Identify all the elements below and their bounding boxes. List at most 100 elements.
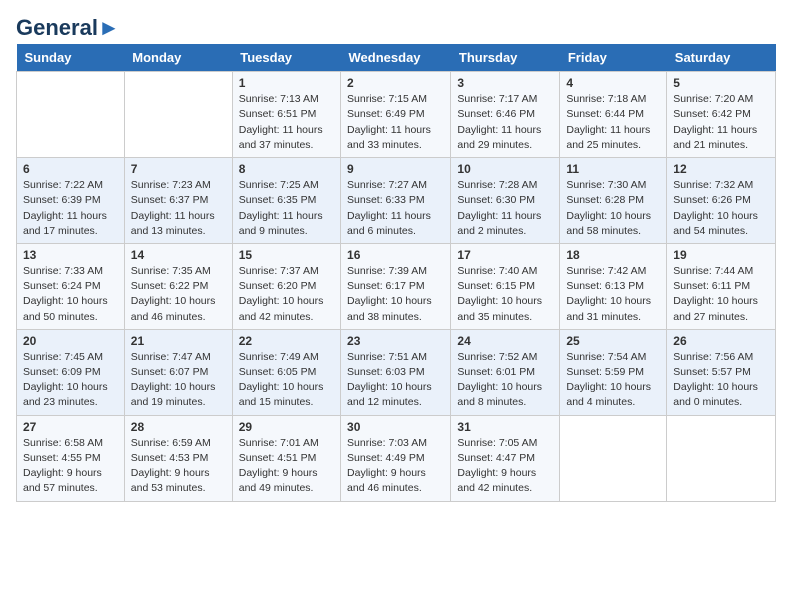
calendar-cell: 5 Sunrise: 7:20 AM Sunset: 6:42 PM Daylig…	[667, 72, 776, 158]
calendar-cell: 3 Sunrise: 7:17 AM Sunset: 6:46 PM Daylig…	[451, 72, 560, 158]
day-number: 13	[23, 248, 118, 262]
cell-content: Sunrise: 7:32 AM Sunset: 6:26 PM Dayligh…	[673, 178, 769, 239]
calendar-cell: 2 Sunrise: 7:15 AM Sunset: 6:49 PM Daylig…	[341, 72, 451, 158]
calendar-table: SundayMondayTuesdayWednesdayThursdayFrid…	[16, 44, 776, 501]
calendar-cell: 28Sunrise: 6:59 AM Sunset: 4:53 PM Dayli…	[124, 415, 232, 501]
weekday-header-cell: Tuesday	[232, 44, 340, 72]
day-number: 2	[347, 76, 444, 90]
calendar-week-row: 27 Sunrise: 6:58 AM Sunset: 4:55 PM Dayli…	[17, 415, 776, 501]
calendar-cell: 9 Sunrise: 7:27 AM Sunset: 6:33 PM Daylig…	[341, 158, 451, 244]
day-number: 25	[566, 334, 660, 348]
day-number: 28	[131, 420, 226, 434]
day-number: 1	[239, 76, 334, 90]
calendar-cell: 25Sunrise: 7:54 AM Sunset: 5:59 PM Dayli…	[560, 329, 667, 415]
calendar-cell: 8 Sunrise: 7:25 AM Sunset: 6:35 PM Daylig…	[232, 158, 340, 244]
calendar-cell: 17 Sunrise: 7:40 AM Sunset: 6:15 PM Dayli…	[451, 243, 560, 329]
calendar-cell: 1 Sunrise: 7:13 AM Sunset: 6:51 PM Daylig…	[232, 72, 340, 158]
day-number: 19	[673, 248, 769, 262]
day-number: 5	[673, 76, 769, 90]
calendar-cell: 23 Sunrise: 7:51 AM Sunset: 6:03 PM Dayli…	[341, 329, 451, 415]
day-number: 29	[239, 420, 334, 434]
day-number: 12	[673, 162, 769, 176]
day-number: 11	[566, 162, 660, 176]
cell-content: Sunrise: 7:56 AM Sunset: 5:57 PM Dayligh…	[673, 350, 769, 411]
cell-content: Sunrise: 7:40 AM Sunset: 6:15 PM Dayligh…	[457, 264, 553, 325]
calendar-cell: 29Sunrise: 7:01 AM Sunset: 4:51 PM Dayli…	[232, 415, 340, 501]
logo: General►	[16, 16, 120, 36]
calendar-body: 1 Sunrise: 7:13 AM Sunset: 6:51 PM Daylig…	[17, 72, 776, 501]
day-number: 14	[131, 248, 226, 262]
calendar-cell: 12 Sunrise: 7:32 AM Sunset: 6:26 PM Dayli…	[667, 158, 776, 244]
logo-text: General►	[16, 16, 120, 40]
day-number: 31	[457, 420, 553, 434]
cell-content: Sunrise: 7:45 AM Sunset: 6:09 PM Dayligh…	[23, 350, 118, 411]
cell-content: Sunrise: 7:39 AM Sunset: 6:17 PM Dayligh…	[347, 264, 444, 325]
day-number: 17	[457, 248, 553, 262]
calendar-cell: 21 Sunrise: 7:47 AM Sunset: 6:07 PM Dayli…	[124, 329, 232, 415]
day-number: 4	[566, 76, 660, 90]
day-number: 20	[23, 334, 118, 348]
cell-content: Sunrise: 7:33 AM Sunset: 6:24 PM Dayligh…	[23, 264, 118, 325]
cell-content: Sunrise: 7:23 AM Sunset: 6:37 PM Dayligh…	[131, 178, 226, 239]
day-number: 15	[239, 248, 334, 262]
cell-content: Sunrise: 7:18 AM Sunset: 6:44 PM Dayligh…	[566, 92, 660, 153]
calendar-cell: 30 Sunrise: 7:03 AM Sunset: 4:49 PM Dayli…	[341, 415, 451, 501]
cell-content: Sunrise: 7:17 AM Sunset: 6:46 PM Dayligh…	[457, 92, 553, 153]
day-number: 24	[457, 334, 553, 348]
day-number: 16	[347, 248, 444, 262]
calendar-week-row: 20 Sunrise: 7:45 AM Sunset: 6:09 PM Dayli…	[17, 329, 776, 415]
calendar-week-row: 1 Sunrise: 7:13 AM Sunset: 6:51 PM Daylig…	[17, 72, 776, 158]
day-number: 23	[347, 334, 444, 348]
cell-content: Sunrise: 7:20 AM Sunset: 6:42 PM Dayligh…	[673, 92, 769, 153]
day-number: 3	[457, 76, 553, 90]
calendar-cell: 16 Sunrise: 7:39 AM Sunset: 6:17 PM Dayli…	[341, 243, 451, 329]
day-number: 8	[239, 162, 334, 176]
cell-content: Sunrise: 7:42 AM Sunset: 6:13 PM Dayligh…	[566, 264, 660, 325]
calendar-cell: 26 Sunrise: 7:56 AM Sunset: 5:57 PM Dayli…	[667, 329, 776, 415]
weekday-header-cell: Sunday	[17, 44, 125, 72]
weekday-header-cell: Monday	[124, 44, 232, 72]
cell-content: Sunrise: 7:37 AM Sunset: 6:20 PM Dayligh…	[239, 264, 334, 325]
cell-content: Sunrise: 7:03 AM Sunset: 4:49 PM Dayligh…	[347, 436, 444, 497]
calendar-cell: 19 Sunrise: 7:44 AM Sunset: 6:11 PM Dayli…	[667, 243, 776, 329]
day-number: 10	[457, 162, 553, 176]
cell-content: Sunrise: 6:58 AM Sunset: 4:55 PM Dayligh…	[23, 436, 118, 497]
calendar-week-row: 13 Sunrise: 7:33 AM Sunset: 6:24 PM Dayli…	[17, 243, 776, 329]
day-number: 27	[23, 420, 118, 434]
cell-content: Sunrise: 7:28 AM Sunset: 6:30 PM Dayligh…	[457, 178, 553, 239]
day-number: 30	[347, 420, 444, 434]
calendar-cell: 27 Sunrise: 6:58 AM Sunset: 4:55 PM Dayli…	[17, 415, 125, 501]
cell-content: Sunrise: 7:27 AM Sunset: 6:33 PM Dayligh…	[347, 178, 444, 239]
calendar-cell: 11 Sunrise: 7:30 AM Sunset: 6:28 PM Dayli…	[560, 158, 667, 244]
day-number: 18	[566, 248, 660, 262]
page-header: General►	[16, 16, 776, 36]
day-number: 21	[131, 334, 226, 348]
cell-content: Sunrise: 7:52 AM Sunset: 6:01 PM Dayligh…	[457, 350, 553, 411]
calendar-cell: 31Sunrise: 7:05 AM Sunset: 4:47 PM Dayli…	[451, 415, 560, 501]
calendar-cell: 10 Sunrise: 7:28 AM Sunset: 6:30 PM Dayli…	[451, 158, 560, 244]
cell-content: Sunrise: 7:30 AM Sunset: 6:28 PM Dayligh…	[566, 178, 660, 239]
day-number: 26	[673, 334, 769, 348]
day-number: 9	[347, 162, 444, 176]
weekday-header-cell: Thursday	[451, 44, 560, 72]
cell-content: Sunrise: 7:13 AM Sunset: 6:51 PM Dayligh…	[239, 92, 334, 153]
calendar-cell: 24 Sunrise: 7:52 AM Sunset: 6:01 PM Dayli…	[451, 329, 560, 415]
day-number: 22	[239, 334, 334, 348]
calendar-cell: 14 Sunrise: 7:35 AM Sunset: 6:22 PM Dayli…	[124, 243, 232, 329]
weekday-header-cell: Friday	[560, 44, 667, 72]
cell-content: Sunrise: 7:51 AM Sunset: 6:03 PM Dayligh…	[347, 350, 444, 411]
cell-content: Sunrise: 7:15 AM Sunset: 6:49 PM Dayligh…	[347, 92, 444, 153]
calendar-cell	[17, 72, 125, 158]
calendar-cell: 4 Sunrise: 7:18 AM Sunset: 6:44 PM Daylig…	[560, 72, 667, 158]
calendar-cell: 18 Sunrise: 7:42 AM Sunset: 6:13 PM Dayli…	[560, 243, 667, 329]
calendar-cell: 15 Sunrise: 7:37 AM Sunset: 6:20 PM Dayli…	[232, 243, 340, 329]
calendar-week-row: 6Sunrise: 7:22 AM Sunset: 6:39 PM Daylig…	[17, 158, 776, 244]
calendar-cell: 13 Sunrise: 7:33 AM Sunset: 6:24 PM Dayli…	[17, 243, 125, 329]
cell-content: Sunrise: 7:44 AM Sunset: 6:11 PM Dayligh…	[673, 264, 769, 325]
cell-content: Sunrise: 7:35 AM Sunset: 6:22 PM Dayligh…	[131, 264, 226, 325]
calendar-cell: 7Sunrise: 7:23 AM Sunset: 6:37 PM Daylig…	[124, 158, 232, 244]
cell-content: Sunrise: 7:25 AM Sunset: 6:35 PM Dayligh…	[239, 178, 334, 239]
calendar-cell: 20 Sunrise: 7:45 AM Sunset: 6:09 PM Dayli…	[17, 329, 125, 415]
cell-content: Sunrise: 7:47 AM Sunset: 6:07 PM Dayligh…	[131, 350, 226, 411]
calendar-cell	[667, 415, 776, 501]
